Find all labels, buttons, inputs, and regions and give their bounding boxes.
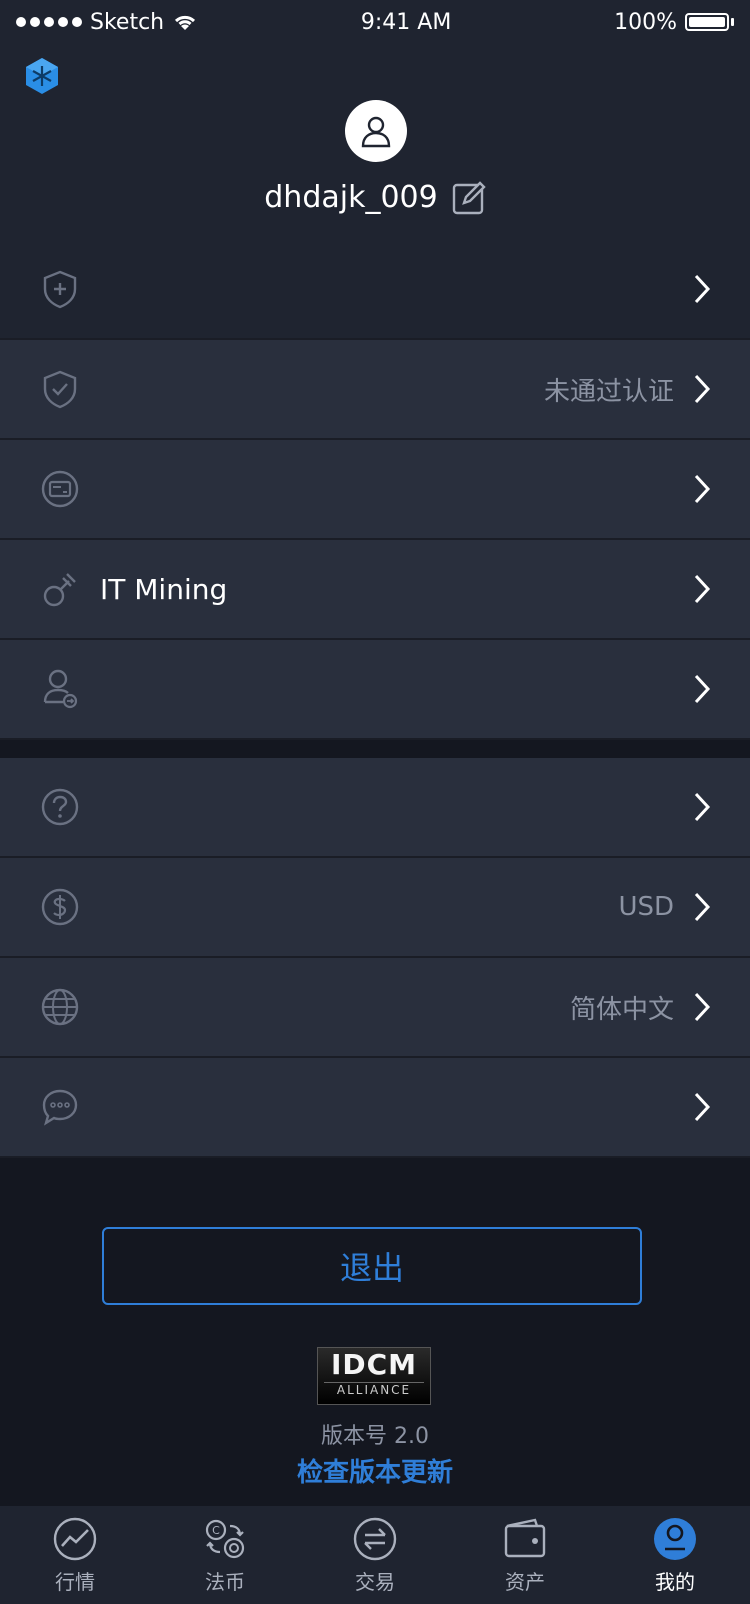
menu-item-security[interactable] bbox=[0, 240, 750, 340]
menu-item-it-mining[interactable]: IT Mining bbox=[0, 540, 750, 640]
tab-label: 交易 bbox=[355, 1569, 395, 1594]
status-bar: Sketch 9:41 AM 100% bbox=[0, 0, 750, 44]
logo-main-text: IDCM bbox=[330, 1348, 418, 1381]
chevron-right-icon bbox=[694, 992, 711, 1022]
dollar-icon bbox=[40, 887, 80, 927]
battery-percent: 100% bbox=[614, 9, 677, 35]
card-icon bbox=[40, 469, 80, 509]
menu-item-currency[interactable]: USD bbox=[0, 858, 750, 958]
chat-icon bbox=[40, 1087, 80, 1127]
version-number: 版本号 2.0 bbox=[321, 1424, 429, 1449]
status-time: 9:41 AM bbox=[360, 9, 452, 35]
globe-icon bbox=[40, 987, 80, 1027]
wallet-icon bbox=[504, 1518, 546, 1557]
chevron-right-icon bbox=[694, 474, 711, 504]
menu-group-security: 未通过认证 IT Mining bbox=[0, 240, 750, 740]
chevron-right-icon bbox=[694, 792, 711, 822]
user-share-icon bbox=[40, 669, 80, 709]
chevron-right-icon bbox=[694, 274, 711, 304]
menu-item-verification[interactable]: 未通过认证 bbox=[0, 340, 750, 440]
profile-header: Sketch 9:41 AM 100% dhdajk_009 bbox=[0, 0, 750, 240]
language-value: 简体中文 bbox=[569, 994, 674, 1025]
logout-button[interactable]: 退出 bbox=[102, 1227, 642, 1305]
battery-icon bbox=[685, 13, 729, 31]
menu-item-label: IT Mining bbox=[100, 572, 228, 606]
user-icon bbox=[361, 116, 391, 148]
menu-item-invite[interactable] bbox=[0, 640, 750, 740]
tab-label: 资产 bbox=[505, 1569, 545, 1594]
tab-trade[interactable]: 交易 bbox=[300, 1506, 450, 1604]
carrier-name: Sketch bbox=[90, 9, 165, 35]
tab-fiat[interactable]: C 法币 bbox=[150, 1506, 300, 1604]
chevron-right-icon bbox=[694, 892, 711, 922]
verification-status: 未通过认证 bbox=[543, 376, 674, 407]
tab-me[interactable]: 我的 bbox=[600, 1506, 750, 1604]
mining-pick-icon bbox=[40, 569, 80, 609]
market-icon bbox=[53, 1517, 97, 1560]
username: dhdajk_009 bbox=[264, 180, 438, 215]
tab-label: 法币 bbox=[205, 1569, 245, 1594]
app-logo-icon bbox=[26, 58, 58, 94]
shield-check-icon bbox=[40, 369, 80, 409]
menu-item-help[interactable] bbox=[0, 758, 750, 858]
menu-item-feedback[interactable] bbox=[0, 1058, 750, 1158]
username-row: dhdajk_009 bbox=[0, 180, 750, 215]
tab-label: 行情 bbox=[55, 1569, 95, 1594]
tab-assets[interactable]: 资产 bbox=[450, 1506, 600, 1604]
menu-item-cards[interactable] bbox=[0, 440, 750, 540]
edit-icon[interactable] bbox=[452, 180, 486, 215]
signal-icon bbox=[16, 17, 82, 27]
menu-item-language[interactable]: 简体中文 bbox=[0, 958, 750, 1058]
logo-sub-text: ALLIANCE bbox=[324, 1382, 424, 1397]
chevron-right-icon bbox=[694, 374, 711, 404]
chevron-right-icon bbox=[694, 674, 711, 704]
menu-group-settings: USD 简体中文 bbox=[0, 758, 750, 1158]
tab-label: 我的 bbox=[655, 1569, 695, 1594]
avatar[interactable] bbox=[345, 100, 407, 162]
shield-plus-icon bbox=[40, 269, 80, 309]
tab-market[interactable]: 行情 bbox=[0, 1506, 150, 1604]
wifi-icon bbox=[175, 15, 196, 30]
chevron-right-icon bbox=[694, 574, 711, 604]
trade-icon bbox=[353, 1517, 397, 1560]
idcm-alliance-logo: IDCM ALLIANCE bbox=[317, 1347, 431, 1405]
help-icon bbox=[40, 787, 80, 827]
chevron-right-icon bbox=[694, 1092, 711, 1122]
currency-value: USD bbox=[618, 892, 674, 922]
profile-icon bbox=[654, 1517, 696, 1560]
check-update-link[interactable]: 检查版本更新 bbox=[0, 1452, 750, 1489]
fiat-exchange-icon: C bbox=[205, 1519, 245, 1558]
tab-bar: 行情 C 法币 交易 资产 我的 bbox=[0, 1506, 750, 1604]
svg-text:C: C bbox=[212, 1524, 220, 1537]
